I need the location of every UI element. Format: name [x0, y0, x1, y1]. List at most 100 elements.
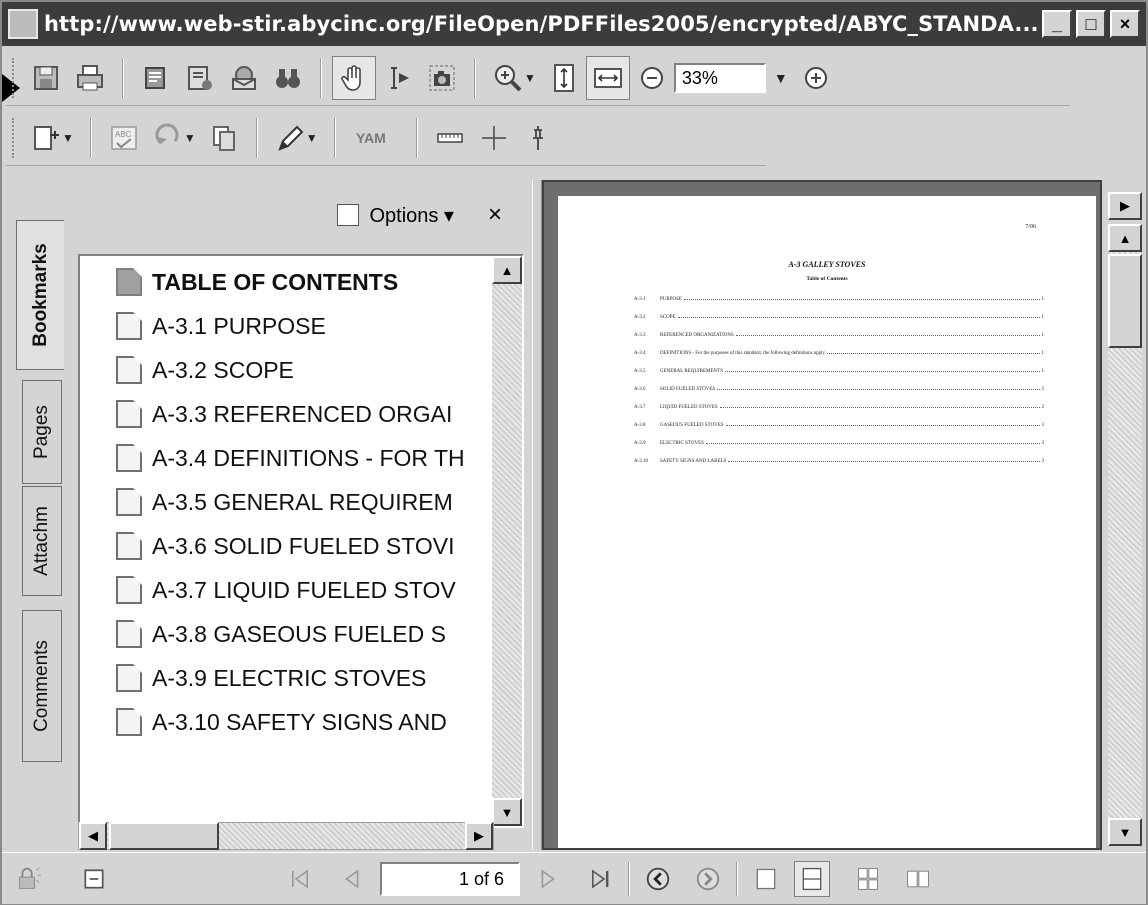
fit-width-icon[interactable] — [585, 55, 630, 100]
scroll-down-arrow-icon[interactable]: ▼ — [1108, 818, 1142, 846]
toc-page: 1 — [1041, 333, 1045, 338]
tab-comments[interactable]: Comments — [22, 610, 62, 762]
snapshot-icon[interactable] — [420, 56, 464, 100]
previous-view-icon[interactable] — [640, 861, 676, 897]
toc-entry[interactable]: A-3.4 DEFINITIONS - For the purposes of t… — [634, 348, 1044, 356]
toc-text: SCOPE — [660, 315, 676, 320]
bookmarks-horizontal-scrollbar[interactable]: ◀ ▶ — [78, 822, 494, 850]
bookmark-item[interactable]: A-3.7 LIQUID FUELED STOV — [116, 572, 456, 608]
options-menu-icon[interactable] — [337, 204, 360, 226]
bookmark-page-icon — [116, 532, 142, 560]
toc-number: A-3.7 — [634, 405, 646, 410]
first-page-icon[interactable] — [282, 861, 318, 897]
toc-entry[interactable]: A-3.6 SOLID FUELED STOVES 2 — [634, 384, 1044, 392]
tab-attachments[interactable]: Attachm — [22, 486, 62, 596]
bookmark-item[interactable]: A-3.9 ELECTRIC STOVES — [116, 660, 426, 696]
bookmark-item[interactable]: A-3.5 GENERAL REQUIREM — [116, 484, 453, 520]
document-view[interactable]: 7/06 A-3 GALLEY STOVES Table of Contents… — [542, 180, 1102, 850]
close-panel-icon[interactable]: × — [488, 201, 502, 229]
toc-entry[interactable]: A-3.5 GENERAL REQUIREMENTS 1 — [634, 366, 1044, 374]
toc-page: 1 — [1041, 315, 1045, 320]
pen-tool-icon[interactable] — [268, 116, 312, 160]
toc-page: 3 — [1041, 459, 1045, 464]
page-number-field[interactable]: 1 of 6 — [380, 861, 520, 896]
spell-check-icon[interactable]: ABC — [102, 116, 146, 160]
tab-pages[interactable]: Pages — [22, 380, 62, 484]
zoom-out-icon[interactable] — [630, 56, 674, 100]
bookmark-item[interactable]: A-3.2 SCOPE — [116, 352, 294, 388]
search-binoculars-icon[interactable] — [266, 56, 310, 100]
page-extract-icon[interactable] — [24, 116, 68, 160]
scroll-left-arrow-icon[interactable]: ◀ — [79, 822, 107, 850]
select-text-icon[interactable] — [376, 56, 420, 100]
save-icon[interactable] — [24, 56, 68, 100]
toc-entry[interactable]: A-3.8 GASEOUS FUELED STOVES 3 — [634, 420, 1044, 428]
toc-text: SOLID FUELED STOVES — [660, 387, 716, 392]
single-page-icon[interactable] — [748, 861, 784, 897]
bookmarks-vertical-scrollbar[interactable]: ▲ ▼ — [492, 256, 522, 826]
print-icon[interactable] — [68, 56, 112, 100]
browser-app-icon[interactable] — [8, 9, 38, 39]
scroll-right-arrow-icon[interactable]: ▶ — [465, 822, 493, 850]
toc-text: ELECTRIC STOVES — [660, 441, 704, 446]
maximize-button[interactable]: □ — [1076, 10, 1106, 38]
organizer-icon[interactable] — [134, 56, 178, 100]
crosshair-icon[interactable] — [472, 116, 516, 160]
email-icon[interactable] — [222, 56, 266, 100]
document-vertical-scrollbar[interactable]: ▶ ▲ ▼ — [1104, 180, 1144, 850]
create-pdf-icon[interactable] — [178, 56, 222, 100]
scroll-thumb[interactable] — [1108, 254, 1142, 348]
text-touchup-icon[interactable]: YAM — [346, 116, 406, 160]
horizontal-scroll-thumb[interactable] — [109, 822, 219, 850]
title-bar[interactable]: http://www.web-stir.abycinc.org/FileOpen… — [2, 2, 1146, 46]
options-menu-button[interactable]: Options ▾ — [369, 203, 454, 228]
push-pin-icon[interactable] — [516, 116, 560, 160]
bookmark-item[interactable]: A-3.8 GASEOUS FUELED S — [116, 616, 446, 652]
zoom-in-icon[interactable] — [794, 56, 838, 100]
zoom-in-tool-icon[interactable] — [486, 56, 530, 100]
navigation-tabs: Bookmarks Pages Attachm Comments — [16, 180, 70, 840]
scroll-up-arrow-icon[interactable]: ▲ — [492, 256, 522, 284]
scroll-up-arrow-icon[interactable]: ▲ — [1108, 224, 1142, 252]
bookmark-item[interactable]: TABLE OF CONTENTS — [116, 264, 398, 300]
svg-text:YAM: YAM — [356, 130, 386, 146]
zoom-level-input[interactable]: 33% — [673, 62, 766, 93]
toc-entry[interactable]: A-3.7 LIQUID FUELED STOVES 2 — [634, 402, 1044, 410]
scroll-down-arrow-icon[interactable]: ▼ — [492, 798, 522, 826]
bookmark-item[interactable]: A-3.6 SOLID FUELED STOVI — [116, 528, 455, 564]
next-view-icon[interactable] — [690, 861, 726, 897]
panel-splitter[interactable] — [532, 180, 542, 850]
split-view-arrow-icon[interactable]: ▶ — [1108, 192, 1142, 220]
bookmark-item[interactable]: A-3.1 PURPOSE — [116, 308, 326, 344]
toc-entry[interactable]: A-3.2 SCOPE 1 — [634, 312, 1044, 320]
bookmark-item[interactable]: A-3.10 SAFETY SIGNS AND — [116, 704, 447, 740]
measure-ruler-icon[interactable] — [428, 116, 472, 160]
toc-leader — [735, 335, 1040, 336]
page-size-icon[interactable] — [76, 861, 112, 897]
facing-pages-icon[interactable] — [900, 861, 936, 897]
toolbar-grip[interactable] — [12, 117, 18, 158]
toc-entry[interactable]: A-3.10 SAFETY SIGNS AND LABELS 3 — [634, 456, 1044, 464]
continuous-facing-icon[interactable] — [850, 861, 886, 897]
fit-height-icon[interactable] — [542, 56, 586, 100]
copy-icon[interactable] — [202, 116, 246, 160]
bookmark-label: A-3.2 SCOPE — [152, 356, 294, 383]
continuous-page-icon[interactable] — [794, 860, 830, 897]
security-lock-icon[interactable] — [10, 861, 46, 897]
bookmark-item[interactable]: A-3.3 REFERENCED ORGAI — [116, 396, 452, 432]
zoom-level-dropdown-icon[interactable]: ▼ — [774, 70, 788, 86]
toc-entry[interactable]: A-3.9 ELECTRIC STOVES 3 — [634, 438, 1044, 446]
previous-page-icon[interactable] — [334, 861, 370, 897]
toc-number: A-3.10 — [634, 459, 649, 464]
undo-icon[interactable] — [146, 116, 190, 160]
toolbar-grip[interactable] — [12, 57, 18, 98]
next-page-icon[interactable] — [530, 861, 566, 897]
close-button[interactable]: × — [1110, 10, 1140, 38]
hand-tool-icon[interactable] — [332, 55, 376, 100]
bookmark-item[interactable]: A-3.4 DEFINITIONS - FOR TH — [116, 440, 465, 476]
toc-entry[interactable]: A-3.3 REFERENCED ORGANIZATIONS 1 — [634, 330, 1044, 338]
toc-entry[interactable]: A-3.1 PURPOSE 1 — [634, 294, 1044, 302]
tab-bookmarks[interactable]: Bookmarks — [16, 220, 64, 370]
minimize-button[interactable]: _ — [1042, 10, 1072, 38]
last-page-icon[interactable] — [582, 861, 618, 897]
